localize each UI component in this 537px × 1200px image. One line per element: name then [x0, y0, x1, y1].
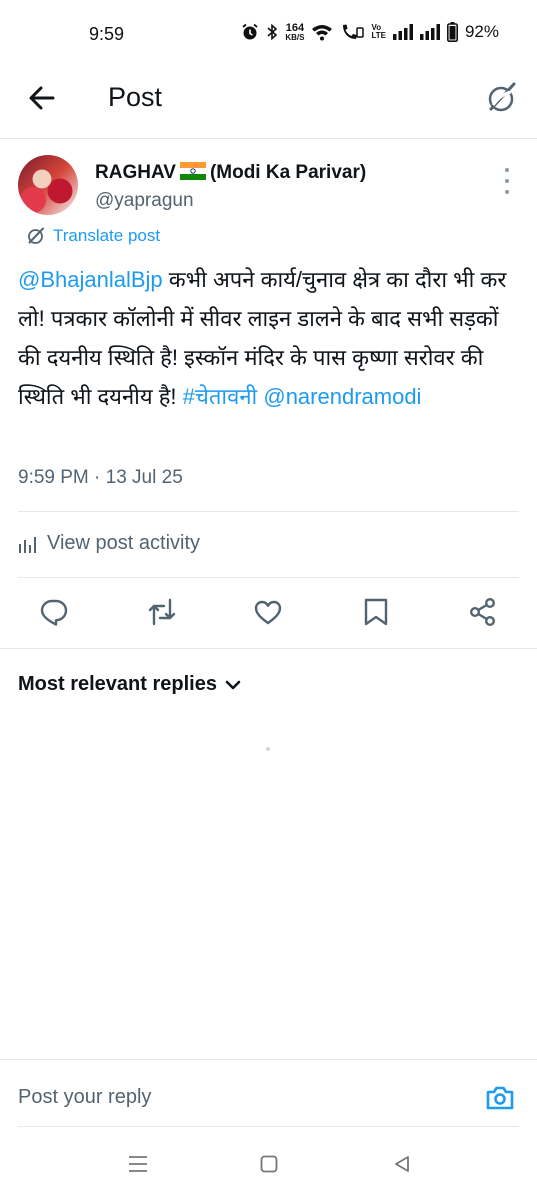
- wifi-icon: [311, 23, 333, 41]
- signal-icon: [392, 24, 413, 40]
- arrow-left-icon: [29, 86, 55, 110]
- post-timestamp[interactable]: 9:59 PM · 13 Jul 25: [18, 467, 183, 489]
- bluetooth-icon: [266, 23, 278, 41]
- post-action-bar: [0, 578, 537, 648]
- battery-percent: 92%: [464, 22, 499, 41]
- reply-composer: [0, 1059, 537, 1128]
- bookmark-icon: [364, 598, 388, 626]
- repost-button[interactable]: [147, 597, 177, 627]
- analytics-icon: [19, 536, 36, 553]
- back-button[interactable]: [26, 82, 58, 114]
- more-options-button[interactable]: [500, 168, 514, 194]
- volte-icon: Vo LTE: [371, 23, 386, 40]
- signal-icon: [419, 24, 440, 40]
- system-nav-bar: [0, 1127, 537, 1200]
- more-dot: [505, 190, 509, 194]
- more-dot: [505, 179, 509, 183]
- divider: [18, 511, 519, 512]
- loading-indicator: [266, 747, 270, 751]
- camera-button[interactable]: [484, 1082, 516, 1114]
- grok-icon: [28, 227, 44, 244]
- camera-icon: [486, 1086, 514, 1110]
- author-display-name[interactable]: RAGHAV (Modi Ka Parivar): [95, 162, 366, 184]
- wifi-calling-icon: [340, 23, 365, 41]
- hashtag-link[interactable]: #चेतावनी: [183, 384, 258, 409]
- repost-icon: [148, 598, 176, 626]
- grok-button[interactable]: [484, 80, 520, 116]
- view-post-activity[interactable]: View post activity: [18, 532, 200, 555]
- translate-post-label: Translate post: [53, 226, 161, 245]
- avatar[interactable]: [18, 155, 78, 215]
- india-flag-icon: [179, 162, 206, 180]
- recents-button[interactable]: [128, 1155, 148, 1178]
- mention-link[interactable]: @BhajanlalBjp: [18, 267, 163, 292]
- top-app-bar: Post: [0, 66, 537, 139]
- grok-icon: [488, 82, 516, 112]
- author-name-suffix: (Modi Ka Parivar): [209, 162, 367, 183]
- square-icon: [260, 1155, 278, 1173]
- status-time: 9:59: [89, 24, 125, 44]
- post-text: @BhajanlalBjp कभी अपने कार्य/चुनाव क्षेत…: [18, 260, 513, 416]
- status-bar: 9:59 164 KB/S Vo LTE 92%: [0, 0, 537, 66]
- menu-icon: [129, 1156, 147, 1172]
- replies-sort-label: Most relevant replies: [18, 673, 217, 695]
- share-icon: [470, 598, 496, 627]
- author-handle[interactable]: @yapragun: [95, 190, 194, 212]
- more-dot: [505, 168, 509, 172]
- translate-post-link[interactable]: Translate post: [26, 226, 160, 246]
- author-name: RAGHAV: [95, 162, 176, 183]
- share-button[interactable]: [468, 597, 498, 627]
- page-title: Post: [108, 82, 163, 112]
- reply-button[interactable]: [39, 597, 69, 627]
- bookmark-button[interactable]: [361, 597, 391, 627]
- system-back-button[interactable]: [393, 1155, 411, 1178]
- home-button[interactable]: [260, 1155, 278, 1178]
- replies-sort-dropdown[interactable]: Most relevant replies: [18, 673, 241, 696]
- reply-icon: [40, 599, 68, 626]
- mention-link[interactable]: @narendramodi: [263, 384, 421, 409]
- status-icons: 164 KB/S Vo LTE 92%: [241, 22, 499, 42]
- triangle-back-icon: [395, 1156, 409, 1172]
- view-post-activity-label: View post activity: [47, 532, 201, 554]
- like-button[interactable]: [253, 597, 283, 627]
- chevron-down-icon: [225, 680, 241, 689]
- alarm-icon: [241, 23, 259, 41]
- reply-input[interactable]: [18, 1086, 418, 1109]
- like-icon: [254, 600, 282, 625]
- battery-icon: [446, 22, 458, 42]
- divider: [0, 648, 537, 649]
- net-speed: 164 KB/S: [285, 21, 305, 42]
